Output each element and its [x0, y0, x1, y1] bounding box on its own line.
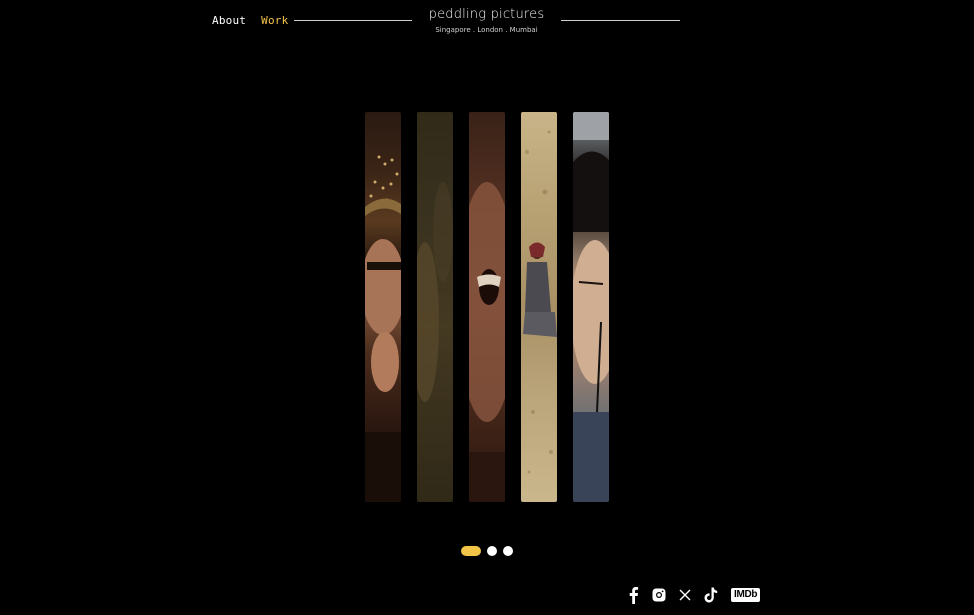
film-strip-2-image [417, 112, 453, 502]
film-strip-4-image [523, 130, 557, 474]
film-strip-1-image [365, 155, 401, 502]
pager-dot-2[interactable] [487, 546, 497, 556]
brand-subtitle: Singapore . London . Mumbai [435, 26, 538, 34]
pager-dot-3[interactable] [503, 546, 513, 556]
header-divider-left [294, 20, 412, 21]
brand-title: peddling pictures [428, 7, 545, 22]
imdb-label: IMDb [731, 588, 761, 602]
film-strip-4[interactable] [521, 112, 557, 502]
carousel-pager [461, 546, 513, 556]
film-strip-5-image [573, 112, 609, 502]
tiktok-icon[interactable] [704, 586, 718, 604]
pager-dot-1[interactable] [461, 546, 481, 556]
social-links: IMDb [627, 586, 761, 604]
film-strip-2[interactable] [417, 112, 453, 502]
nav-about-link[interactable]: About [212, 14, 246, 27]
nav-work-link[interactable]: Work [261, 14, 288, 27]
film-strip-1[interactable] [365, 112, 401, 502]
x-icon[interactable] [679, 586, 691, 604]
film-strip-3[interactable] [469, 112, 505, 502]
film-strip-3-image [469, 182, 505, 502]
imdb-icon[interactable]: IMDb [731, 586, 761, 604]
facebook-icon[interactable] [627, 586, 639, 604]
brand[interactable]: peddling pictures Singapore . London . M… [412, 7, 561, 34]
header-divider-right [561, 20, 680, 21]
film-strip-5[interactable] [573, 112, 609, 502]
main-nav: About Work [212, 14, 288, 27]
instagram-icon[interactable] [652, 586, 666, 604]
